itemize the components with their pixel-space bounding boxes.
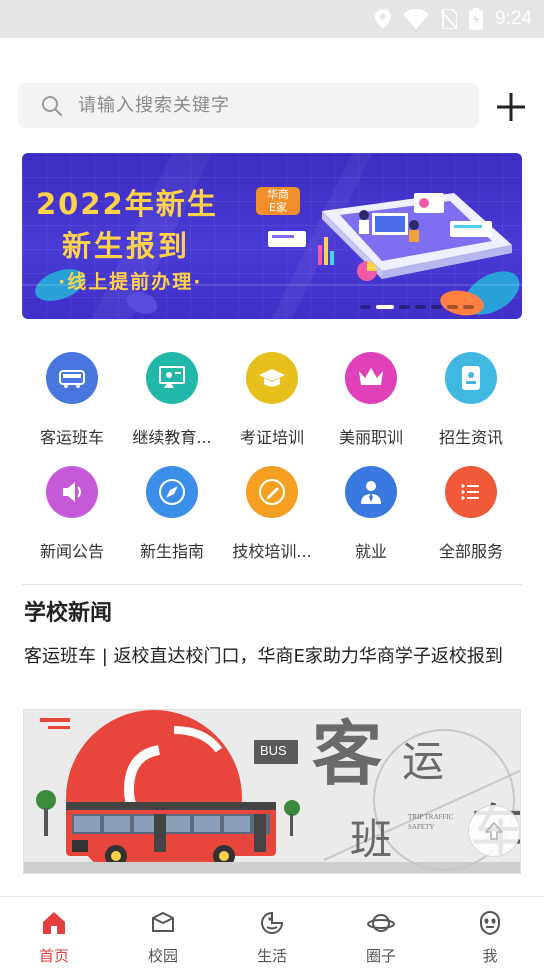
service-item[interactable]: 美丽职训 <box>321 352 421 448</box>
banner-subheadline: 新生报到 <box>62 229 191 263</box>
service-item[interactable]: 全部服务 <box>421 466 521 562</box>
service-item[interactable]: 继续教育... <box>122 352 222 448</box>
banner-tagline: ·线上提前办理· <box>58 271 203 293</box>
service-label: 继续教育... <box>132 428 212 447</box>
section-divider <box>22 584 522 585</box>
life-pacman-icon <box>261 911 284 934</box>
status-time: 9:24 <box>495 8 532 29</box>
banner-headline: 2022年新生 <box>36 187 218 221</box>
service-item[interactable]: 技校培训... <box>222 466 322 562</box>
service-label: 考证培训 <box>239 428 304 447</box>
status-bar: 9:24 <box>0 0 544 38</box>
service-label: 招生资讯 <box>438 428 503 447</box>
news-headline[interactable]: 客运班车 | 返校直达校门口，华商E家助力华商学子返校报到 <box>24 646 524 668</box>
service-item[interactable]: 考证培训 <box>222 352 322 448</box>
service-item[interactable]: 新闻公告 <box>22 466 122 562</box>
carousel-dot[interactable] <box>415 305 426 309</box>
bus-icon <box>46 352 98 404</box>
scroll-to-top-button[interactable] <box>468 805 520 857</box>
tab-item[interactable]: 首页 <box>4 897 104 968</box>
service-item[interactable]: 新生指南 <box>122 466 222 562</box>
service-label: 新生指南 <box>139 542 204 561</box>
battery-icon <box>469 8 484 30</box>
news-art-caption: TRIP TRAFFIC SAFETY <box>408 813 454 831</box>
service-label: 美丽职训 <box>338 428 403 447</box>
bus-tag: BUS <box>260 743 287 758</box>
news-art-char-3: 班 <box>350 815 393 864</box>
carousel-dot[interactable] <box>360 305 371 309</box>
person-tie-icon <box>345 466 397 518</box>
carousel-dot[interactable] <box>431 305 442 309</box>
news-thumbnail[interactable]: BUS 客 运 班 车 TRIP TRAFFIC SAFETY <box>23 709 521 874</box>
service-label: 客运班车 <box>39 428 104 447</box>
carousel-dot[interactable] <box>447 305 458 309</box>
tab-item[interactable]: 我 <box>440 897 540 968</box>
service-label: 技校培训... <box>232 542 312 561</box>
tab-label: 圈子 <box>365 947 396 965</box>
tab-item[interactable]: 生活 <box>222 897 322 968</box>
home-icon <box>43 912 65 934</box>
carousel-dot[interactable] <box>399 305 410 309</box>
carousel-indicator <box>360 305 474 309</box>
planet-icon <box>367 914 395 932</box>
speaker-icon <box>46 466 98 518</box>
plus-icon[interactable] <box>494 90 528 124</box>
service-item[interactable]: 就业 <box>321 466 421 562</box>
location-icon <box>375 9 392 29</box>
graduation-cap-icon <box>246 352 298 404</box>
search-bar[interactable]: 请输入搜索关键字 <box>18 83 479 128</box>
search-input[interactable]: 请输入搜索关键字 <box>78 83 230 128</box>
service-item[interactable]: 招生资讯 <box>421 352 521 448</box>
promo-banner[interactable]: 2022年新生 华商 E家 新生报到 ·线上提前办理· <box>22 153 522 319</box>
tab-label: 校园 <box>147 947 178 965</box>
tab-label: 生活 <box>256 947 287 965</box>
tab-item[interactable]: 校园 <box>113 897 213 968</box>
section-title-school-news: 学校新闻 <box>24 601 113 626</box>
tab-item[interactable]: 圈子 <box>331 897 431 968</box>
list-icon <box>445 466 497 518</box>
service-label: 全部服务 <box>438 542 503 561</box>
carousel-dot[interactable] <box>376 305 394 309</box>
campus-box-icon <box>152 911 174 932</box>
pen-circle-icon <box>246 466 298 518</box>
tab-label: 我 <box>482 947 498 965</box>
service-label: 新闻公告 <box>39 542 104 561</box>
banner-brand-badge: 华商 E家 <box>256 187 300 215</box>
teacher-board-icon <box>146 352 198 404</box>
news-art-char-2: 运 <box>402 737 445 786</box>
bottom-tab-bar: 首页 校园 生活 圈子 我 <box>0 896 544 968</box>
news-art-char-1: 客 <box>312 712 382 795</box>
search-icon <box>42 96 62 116</box>
no-sim-icon <box>441 9 458 29</box>
crown-icon <box>345 352 397 404</box>
wifi-icon <box>403 9 430 29</box>
id-card-icon <box>445 352 497 404</box>
carousel-dot[interactable] <box>463 305 474 309</box>
profile-face-icon <box>480 910 500 936</box>
compass-icon <box>146 466 198 518</box>
arrow-up-icon <box>485 822 503 840</box>
news-illustration <box>24 710 520 873</box>
service-item[interactable]: 客运班车 <box>22 352 122 448</box>
service-label: 就业 <box>354 542 387 561</box>
tab-label: 首页 <box>38 947 69 965</box>
